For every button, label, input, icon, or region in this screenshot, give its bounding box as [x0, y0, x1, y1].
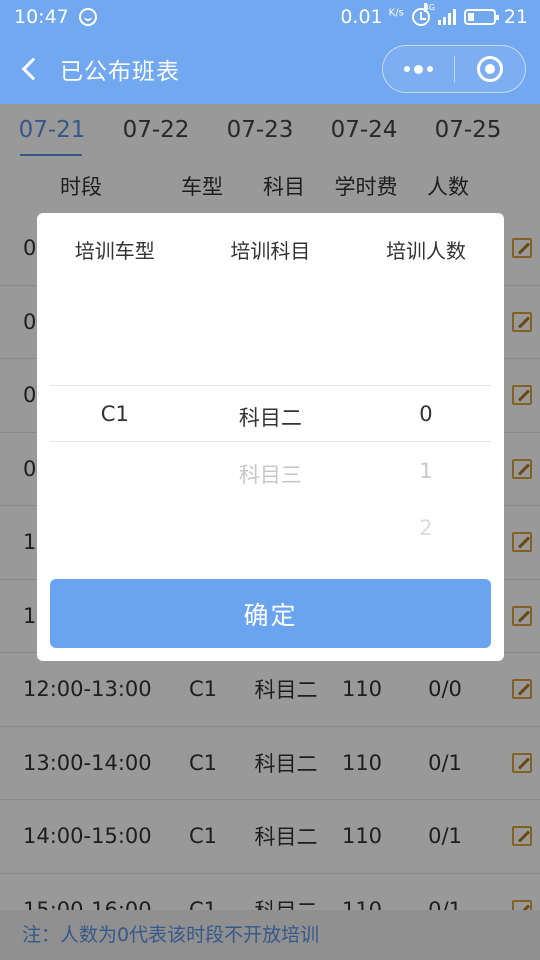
miniprogram-capsule	[382, 45, 526, 93]
battery-icon	[463, 9, 499, 25]
picker-option[interactable]: 1	[348, 459, 504, 483]
training-picker-modal: 培训车型 培训科目 培训人数 C1 科目二 科目三 0 1 2 确定	[37, 213, 504, 661]
battery-level: 21	[503, 6, 528, 28]
picker-option-selected[interactable]: C1	[37, 402, 193, 426]
close-target-icon	[476, 56, 503, 82]
nav-bar: 已公布班表	[0, 34, 540, 104]
net-speed-unit: K/s	[388, 7, 404, 19]
picker-option-selected[interactable]: 科目二	[193, 402, 349, 432]
picker-header-car-type: 培训车型	[74, 238, 155, 263]
picker-option-selected[interactable]: 0	[348, 402, 504, 426]
page-title: 已公布班表	[60, 59, 180, 85]
smile-notification-icon	[78, 8, 97, 26]
status-bar: 10:47 0.01 K/s 4G 21	[0, 0, 540, 34]
back-button[interactable]	[0, 34, 60, 104]
picker-header: 培训车型 培训科目 培训人数	[37, 213, 504, 285]
more-button[interactable]	[383, 46, 454, 92]
back-arrow-icon	[21, 57, 45, 81]
picker-header-count: 培训人数	[385, 238, 466, 263]
close-miniprogram-button[interactable]	[455, 46, 526, 92]
signal-tag: 4G	[423, 3, 436, 12]
picker-option[interactable]: 2	[348, 516, 504, 540]
status-time: 10:47	[14, 6, 69, 28]
net-speed: 0.01 K/s	[340, 6, 404, 28]
signal-icon: 4G	[423, 3, 456, 25]
confirm-button[interactable]: 确定	[50, 579, 491, 648]
picker-option[interactable]: 科目三	[193, 459, 349, 489]
net-speed-value: 0.01	[340, 6, 383, 28]
more-dots-icon	[403, 64, 433, 74]
picker-header-subject: 培训科目	[230, 238, 311, 263]
